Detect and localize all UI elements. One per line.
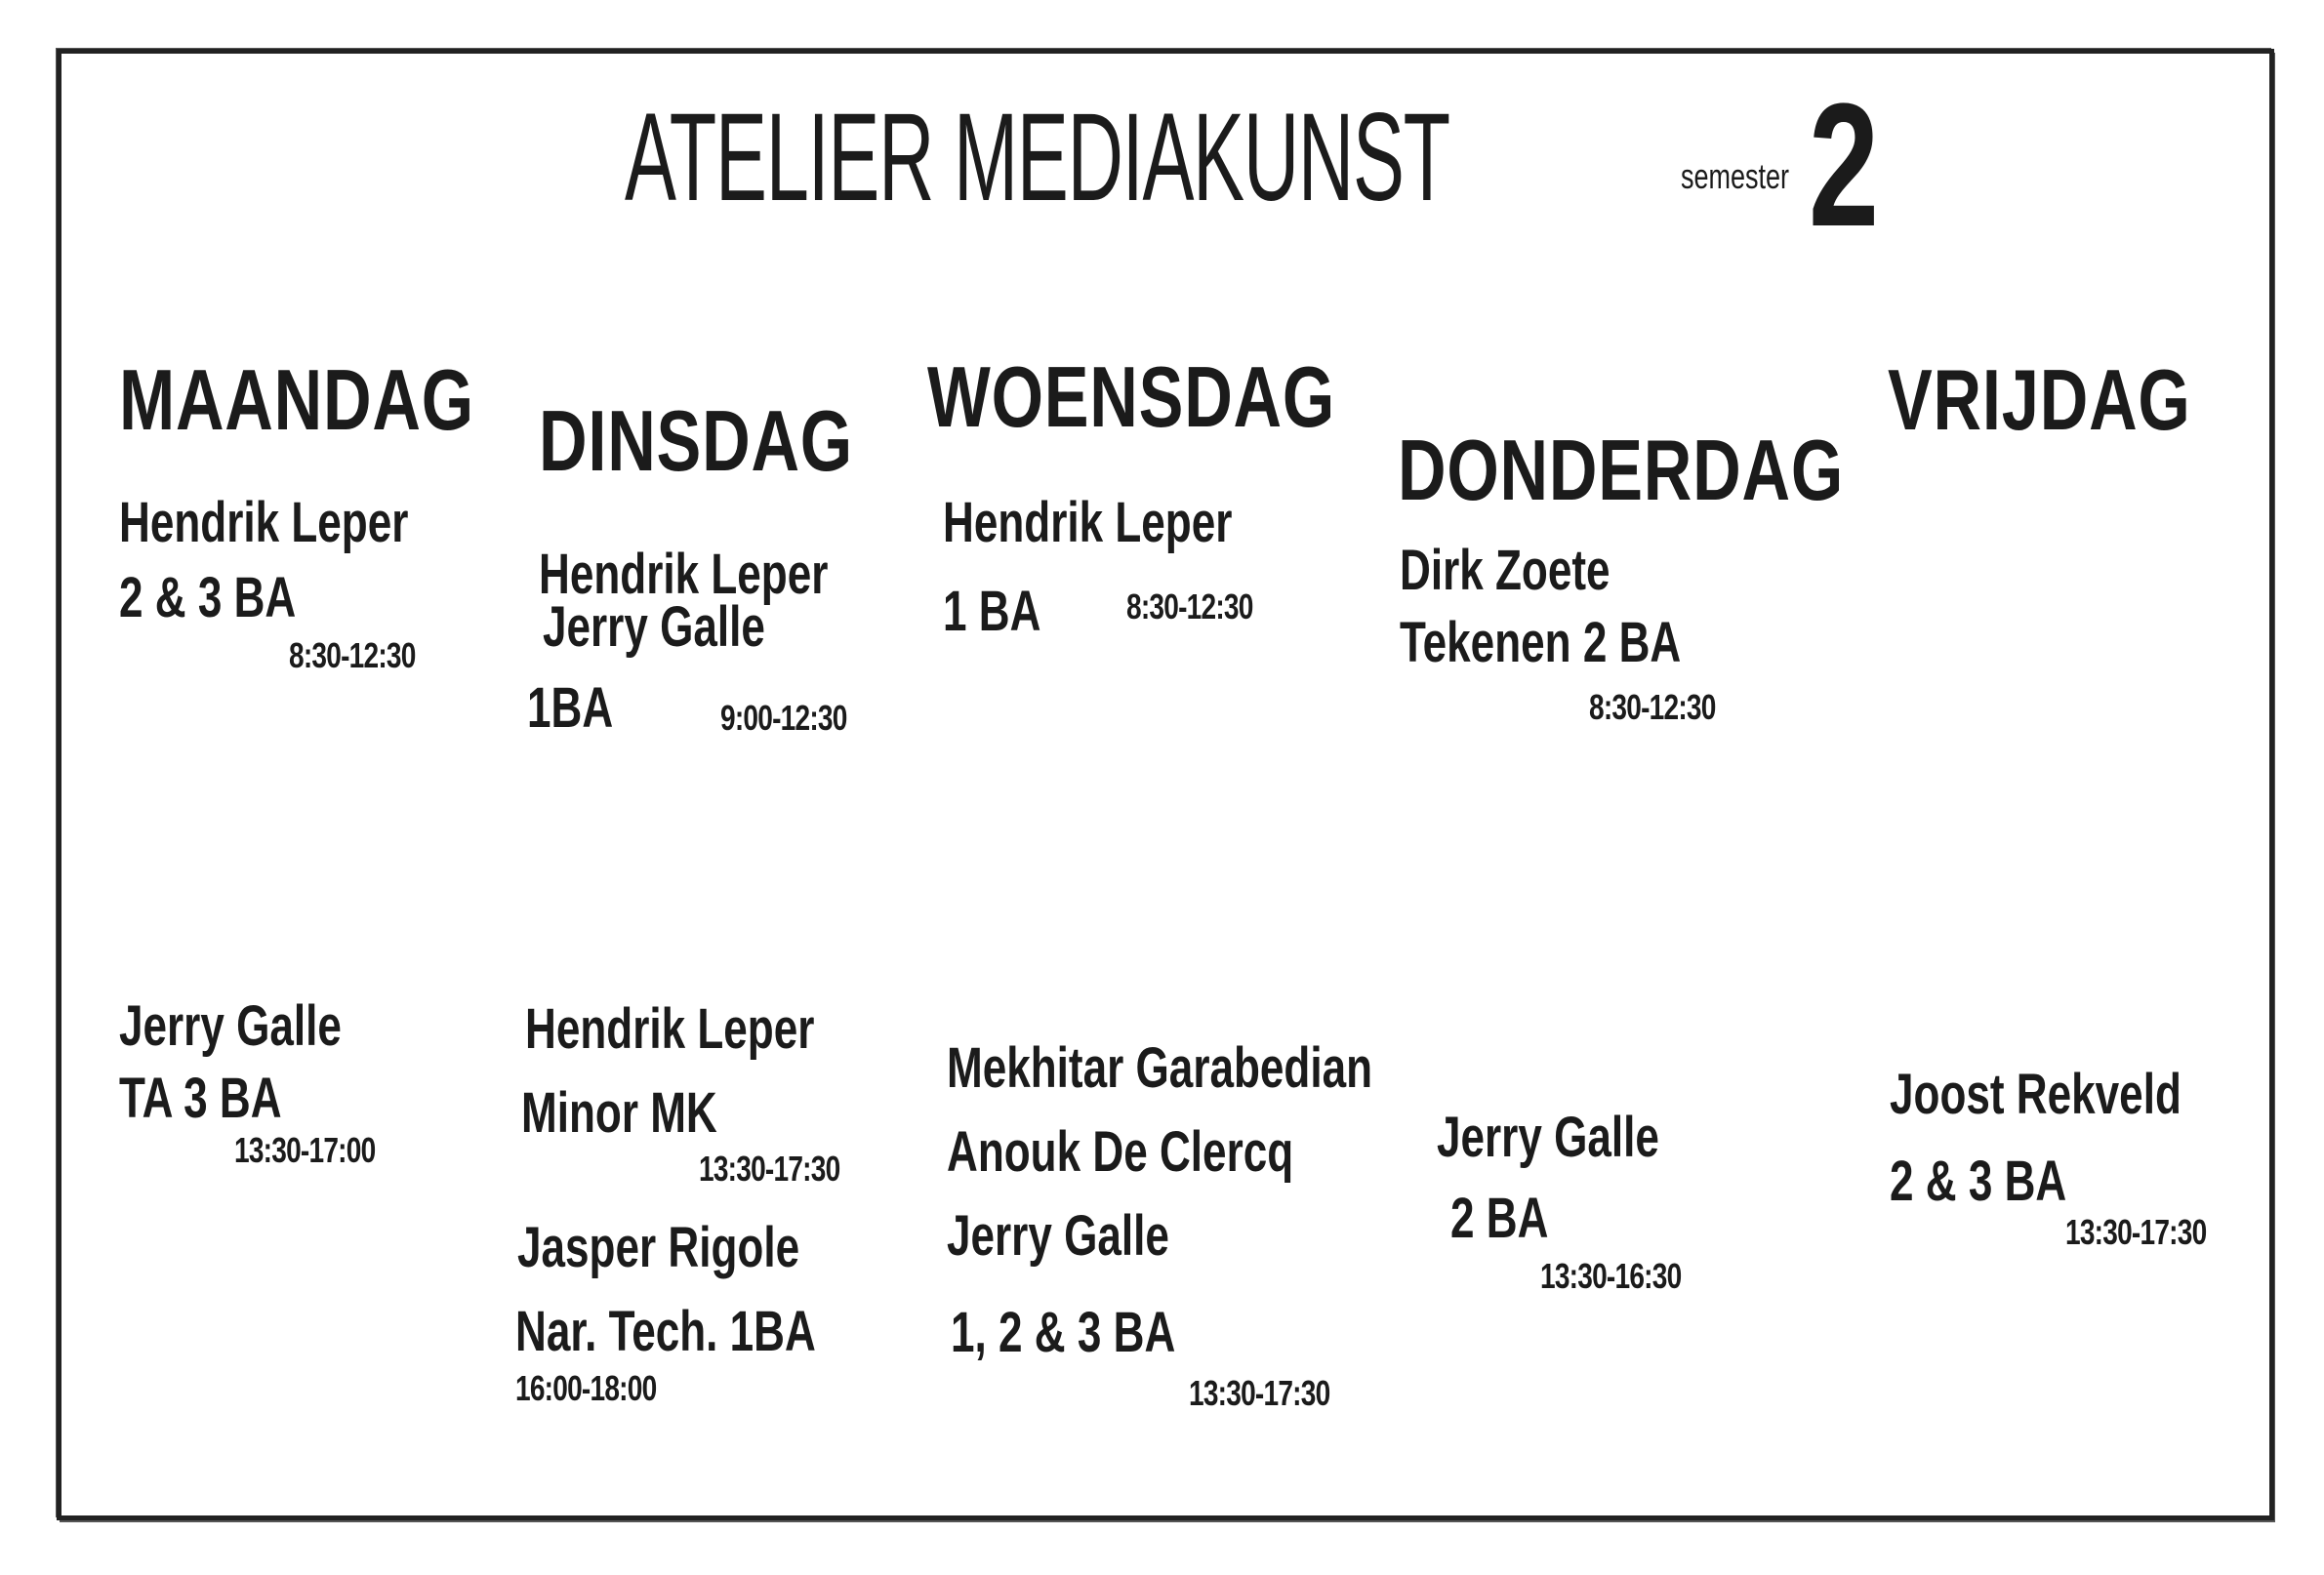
vrijdag-afternoon-group: 2 & 3 BA	[1890, 1150, 2067, 1213]
day-header-woensdag: WOENSDAG	[927, 348, 1336, 445]
woensdag-afternoon-group: 1, 2 & 3 BA	[951, 1301, 1176, 1364]
maandag-morning-teacher: Hendrik Leper	[119, 491, 409, 554]
day-header-donderdag: DONDERDAG	[1398, 422, 1845, 518]
dinsdag-afternoon-teacher-2: Jasper Rigole	[517, 1216, 800, 1279]
vrijdag-afternoon-time: 13:30-17:30	[2065, 1212, 2207, 1252]
dinsdag-morning-group: 1BA	[527, 676, 614, 740]
woensdag-afternoon-time: 13:30-17:30	[1189, 1373, 1330, 1413]
woensdag-morning-time: 8:30-12:30	[1126, 586, 1253, 626]
donderdag-afternoon-time: 13:30-16:30	[1540, 1256, 1682, 1296]
dinsdag-afternoon-group-2: Nar. Tech. 1BA	[515, 1300, 816, 1363]
dinsdag-afternoon-group-1: Minor MK	[521, 1081, 717, 1145]
donderdag-afternoon-teacher: Jerry Galle	[1437, 1106, 1659, 1169]
dinsdag-morning-time: 9:00-12:30	[720, 698, 847, 738]
donderdag-morning-teacher: Dirk Zoete	[1400, 539, 1610, 602]
day-header-vrijdag: VRIJDAG	[1888, 351, 2191, 448]
dinsdag-afternoon-time-2: 16:00-18:00	[515, 1368, 657, 1408]
page-title: ATELIER MEDIAKUNST	[625, 88, 1450, 227]
donderdag-morning-time: 8:30-12:30	[1589, 687, 1716, 727]
semester-label: semester	[1681, 156, 1790, 196]
woensdag-afternoon-teacher-2: Anouk De Clercq	[947, 1120, 1294, 1184]
donderdag-afternoon-group: 2 BA	[1450, 1187, 1549, 1250]
donderdag-morning-group: Tekenen 2 BA	[1400, 611, 1682, 674]
maandag-afternoon-teacher: Jerry Galle	[119, 994, 342, 1058]
woensdag-afternoon-teacher-3: Jerry Galle	[947, 1204, 1169, 1268]
semester-number: 2	[1809, 67, 1880, 263]
maandag-morning-group: 2 & 3 BA	[119, 566, 297, 629]
woensdag-morning-teacher: Hendrik Leper	[943, 491, 1233, 554]
dinsdag-morning-teacher-2: Jerry Galle	[543, 595, 765, 659]
maandag-afternoon-group: TA 3 BA	[119, 1067, 282, 1130]
woensdag-morning-group: 1 BA	[943, 580, 1041, 643]
day-header-dinsdag: DINSDAG	[539, 392, 853, 489]
maandag-afternoon-time: 13:30-17:00	[234, 1130, 376, 1170]
dinsdag-afternoon-teacher-1: Hendrik Leper	[525, 997, 815, 1061]
vrijdag-afternoon-teacher: Joost Rekveld	[1890, 1063, 2181, 1126]
dinsdag-afternoon-time-1: 13:30-17:30	[699, 1149, 840, 1189]
woensdag-afternoon-teacher-1: Mekhitar Garabedian	[947, 1036, 1373, 1100]
schedule-frame	[57, 49, 2274, 1520]
maandag-morning-time: 8:30-12:30	[289, 635, 416, 675]
day-header-maandag: MAANDAG	[119, 351, 474, 448]
